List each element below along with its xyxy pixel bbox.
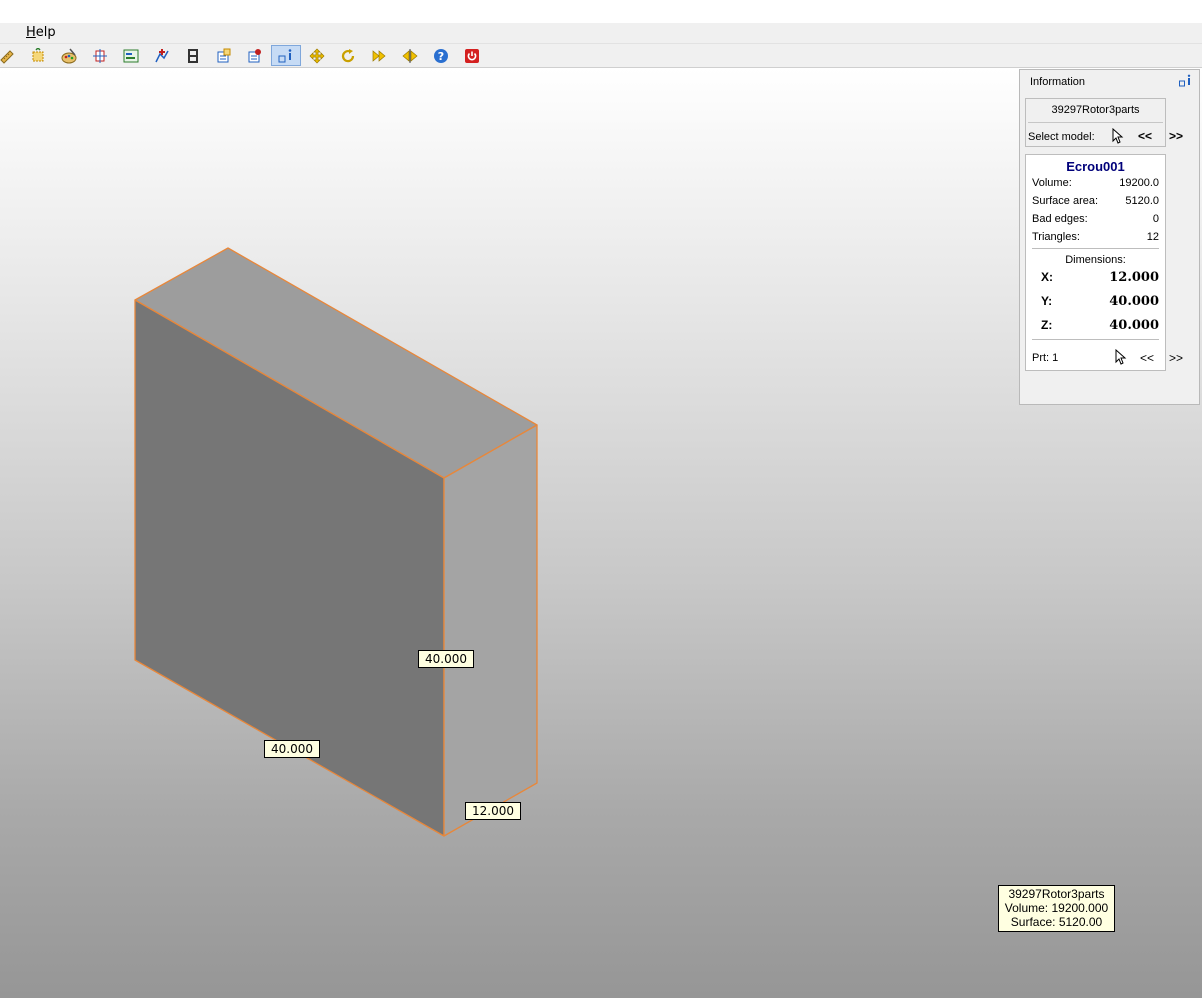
dimension-axis: Y:: [1041, 294, 1053, 308]
info-button[interactable]: [271, 45, 301, 66]
add-points-icon: [155, 48, 169, 62]
dimension-row-z: Z: 40.000: [1041, 318, 1159, 334]
panel-info-icon[interactable]: [1179, 74, 1193, 88]
paint-button[interactable]: [54, 45, 84, 66]
select-box-icon: [32, 47, 44, 61]
part-name: Ecrou001: [1066, 159, 1125, 174]
paint-icon: [61, 48, 77, 63]
transform-icon: [93, 48, 107, 63]
select-model-label: Select model:: [1028, 131, 1095, 143]
property-key: Volume:: [1032, 177, 1072, 189]
dimension-value: 40.000: [1109, 294, 1159, 309]
property-value: 12: [1146, 231, 1159, 243]
property-row-volume: Volume: 19200.0: [1032, 177, 1159, 191]
box-side-face: [443, 424, 538, 837]
menu-bar: Help: [0, 23, 1202, 44]
title-strip: [0, 0, 1202, 23]
dimensions-title: Dimensions:: [1065, 254, 1126, 266]
layers-button[interactable]: [116, 45, 146, 66]
select-box-button[interactable]: [23, 45, 53, 66]
move-button[interactable]: [302, 45, 332, 66]
divider: [1032, 339, 1159, 340]
property-key: Surface area:: [1032, 195, 1099, 207]
fast-forward-icon: [372, 49, 386, 62]
menu-help-label: elp: [35, 25, 56, 40]
dimension-row-x: X: 12.000: [1041, 270, 1159, 286]
info-icon: [278, 48, 292, 62]
tooltip-surface: Surface: 5120.00: [1010, 915, 1103, 929]
svg-text:?: ?: [438, 50, 444, 63]
previous-model-button[interactable]: <<: [1138, 129, 1152, 143]
information-panel: Information 39297Rotor3parts Select mode…: [1019, 69, 1200, 405]
property-key: Bad edges:: [1032, 213, 1088, 225]
previous-part-button[interactable]: <<: [1140, 351, 1154, 365]
toolbar: ?: [0, 44, 1202, 68]
pick-part-cursor-icon[interactable]: [1115, 349, 1127, 365]
divider: [1028, 122, 1163, 123]
property-key: Triangles:: [1032, 231, 1080, 243]
ruler-icon: [0, 49, 14, 64]
power-icon: [465, 48, 479, 63]
layers-icon: [123, 49, 139, 62]
property-value: 5120.0: [1125, 195, 1159, 207]
model-selector: 39297Rotor3parts Select model: << >>: [1025, 98, 1183, 147]
properties-button[interactable]: [209, 45, 239, 66]
model-name: 39297Rotor3parts: [1051, 104, 1140, 116]
dimension-value: 40.000: [1109, 318, 1159, 333]
information-panel-header: Information: [1020, 70, 1199, 94]
settings-button[interactable]: [240, 45, 270, 66]
help-button[interactable]: ?: [426, 45, 456, 66]
property-row-surface-area: Surface area: 5120.0: [1032, 195, 1159, 209]
dimension-value: 12.000: [1109, 270, 1159, 285]
part-index-label: Prt: 1: [1032, 352, 1059, 364]
move-icon: [309, 48, 325, 63]
properties-icon: [217, 48, 231, 62]
property-row-triangles: Triangles: 12: [1032, 231, 1159, 245]
tooltip-model-name: 39297Rotor3parts: [1008, 887, 1105, 901]
pick-cursor-icon[interactable]: [1112, 128, 1124, 144]
ruler-button[interactable]: [0, 45, 22, 66]
transform-button[interactable]: [85, 45, 115, 66]
width-dimension-label: 40.000: [264, 740, 320, 758]
dimension-row-y: Y: 40.000: [1041, 294, 1159, 310]
mirror-icon: [402, 48, 418, 63]
next-model-button[interactable]: >>: [1169, 129, 1183, 143]
rotate-icon: [341, 48, 355, 62]
dimension-axis: X:: [1041, 270, 1053, 284]
menu-help[interactable]: Help: [26, 25, 56, 40]
mirror-button[interactable]: [395, 45, 425, 66]
film-button[interactable]: [178, 45, 208, 66]
model-tooltip: 39297Rotor3parts Volume: 19200.000 Surfa…: [998, 885, 1115, 932]
dimension-axis: Z:: [1041, 318, 1053, 332]
add-points-button[interactable]: [147, 45, 177, 66]
settings-icon: [248, 48, 261, 62]
property-value: 0: [1152, 213, 1159, 225]
help-icon: ?: [434, 48, 448, 63]
property-value: 19200.0: [1119, 177, 1159, 189]
depth-dimension-label: 12.000: [465, 802, 521, 820]
fast-forward-button[interactable]: [364, 45, 394, 66]
divider: [1032, 248, 1159, 249]
menu-help-accelerator: H: [26, 25, 36, 40]
rotate-button[interactable]: [333, 45, 363, 66]
exit-button[interactable]: [457, 45, 487, 66]
tooltip-volume: Volume: 19200.000: [1004, 901, 1109, 915]
part-details: Ecrou001 Volume: 19200.0 Surface area: 5…: [1025, 154, 1183, 371]
next-part-button[interactable]: >>: [1169, 351, 1183, 365]
information-panel-title: Information: [1030, 76, 1086, 88]
property-row-bad-edges: Bad edges: 0: [1032, 213, 1159, 227]
film-icon: [188, 48, 198, 63]
height-dimension-label: 40.000: [418, 650, 474, 668]
